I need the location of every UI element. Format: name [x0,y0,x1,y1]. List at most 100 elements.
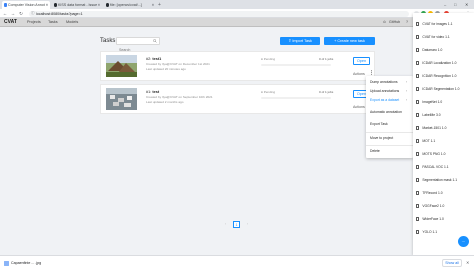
browser-tab-cvat[interactable]: Computer Vision Annot ✕ [2,1,50,9]
download-icon [416,126,420,130]
format-icdar-localization[interactable]: ICDAR Localization 1.0 [416,60,456,66]
actions-menu: Dump annotations › Upload annotations › Ex… [366,76,413,158]
back-arrow-icon[interactable]: ← [2,11,8,17]
import-task-button[interactable]: ⇪ Import Task [280,37,320,45]
task-updated: Last updated 20 minutes ago [146,66,186,71]
task-card: #2: test1 Created by Ilya@CVAT on Decemb… [100,51,375,81]
search-box[interactable] [116,36,160,53]
browser-window: Computer Vision Annot ✕ KISS data format… [0,0,474,269]
browser-tab-file[interactable]: file: [opencv/cvat/...] ✕ [104,1,156,9]
menu-item-export-dataset[interactable]: Export as a dataset › [370,98,407,102]
menu-item-dump-annotations[interactable]: Dump annotations › [370,80,407,84]
reload-icon[interactable]: ↻ [18,11,24,17]
chevron-right-icon: › [406,98,408,102]
actions-label[interactable]: Actions [353,105,365,109]
actions-label[interactable]: Actions [353,72,365,76]
download-icon [416,74,420,78]
info-icon[interactable]: ⓘ [31,11,35,15]
download-icon [416,217,420,221]
new-tab-button[interactable]: + [158,1,161,9]
show-all-button[interactable]: Show all [442,259,462,267]
download-icon [416,22,420,26]
address-bar[interactable]: ⓘ localhost:8080/tasks?page=1 [29,10,409,17]
nav-models[interactable]: Models [66,18,78,27]
download-icon [416,100,420,104]
format-icdar-segmentation[interactable]: ICDAR Segmentation 1.0 [416,86,459,92]
create-task-button[interactable]: + Create new task [324,37,375,45]
format-imagenet[interactable]: ImageNet 1.0 [416,99,442,105]
task-thumbnail[interactable] [106,55,137,77]
close-shelf-icon[interactable]: ✕ [466,259,469,267]
chevron-right-icon: › [406,80,408,84]
task-name[interactable]: #2: test1 [146,57,161,61]
chevron-right-icon: › [406,89,408,93]
downloaded-file[interactable]: Capaenfinte ... .jpg [4,259,41,267]
pagination-prev[interactable]: ‹ [222,221,229,228]
pagination-next[interactable]: › [244,221,251,228]
tab-label: KISS data format - Issue [58,3,98,7]
nav-projects[interactable]: Projects [27,18,41,27]
task-jobs: 0 of 1 jobs [319,57,334,61]
close-window-button[interactable]: ✕ [465,0,468,9]
help-icon[interactable]: ? [406,18,408,27]
nav-tasks[interactable]: Tasks [48,18,58,27]
menu-divider [366,145,413,146]
pagination-page-1[interactable]: 1 [233,221,240,228]
close-tab-icon[interactable]: ✕ [151,1,154,9]
task-created: Created by Ilya@CVAT on September 10th 2… [146,95,213,99]
format-datumaro[interactable]: Datumaro 1.0 [416,47,442,53]
menu-item-export-task[interactable]: Export Task [370,122,388,126]
format-cvat-video[interactable]: CVAT for video 1.1 [416,34,450,40]
page-title: Tasks [100,38,116,44]
search-icon[interactable] [153,38,157,43]
format-pascal-voc[interactable]: PASCAL VOC 1.1 [416,164,449,170]
task-progress-bar [261,64,331,66]
task-name[interactable]: #1: test [146,90,159,94]
browser-tab-issue[interactable]: KISS data format - Issue ✕ [52,1,102,9]
format-yolo[interactable]: YOLO 1.1 [416,229,437,235]
task-updated: Last updated 2 months ago [146,99,184,104]
download-icon [416,230,420,234]
format-cvat-images[interactable]: CVAT for images 1.1 [416,21,452,27]
github-favicon-icon [53,3,57,7]
menu-divider [366,132,413,133]
export-format-submenu: CVAT for images 1.1 CVAT for video 1.1 D… [413,13,474,255]
format-mots-png[interactable]: MOTS PNG 1.0 [416,151,445,157]
format-tfrecord[interactable]: TFRecord 1.0 [416,190,443,196]
task-thumbnail[interactable] [106,88,137,110]
menu-item-delete[interactable]: Delete [370,149,380,153]
format-segmentation-mask[interactable]: Segmentation mask 1.1 [416,177,457,183]
menu-item-upload-annotations[interactable]: Upload annotations › [370,89,407,93]
format-icdar-recognition[interactable]: ICDAR Recognition 1.0 [416,73,456,79]
close-tab-icon[interactable]: ✕ [45,1,48,9]
menu-item-automatic-annotation[interactable]: Automatic annotation [370,110,402,114]
download-icon [416,191,420,195]
format-mot[interactable]: MOT 1.1 [416,138,435,144]
maximize-button[interactable]: □ [454,0,456,9]
menu-item-move-to-project[interactable]: Move to project [370,136,393,140]
open-task-button[interactable]: Open [353,57,370,65]
more-vertical-icon[interactable]: ⋮ [369,70,374,76]
format-widerface[interactable]: WiderFace 1.0 [416,216,444,222]
minimize-button[interactable]: – [444,0,446,9]
task-status: ● Pending [261,57,276,61]
format-labelme[interactable]: LabelMe 3.0 [416,112,441,118]
browser-toolbar: ← → ↻ ⓘ localhost:8080/tasks?page=1 ⋮ [0,9,474,18]
cvat-logo[interactable]: CVAT [4,19,17,26]
image-file-icon [4,260,9,266]
task-progress-bar [261,97,331,99]
forward-arrow-icon[interactable]: → [10,11,16,17]
download-icon [416,178,420,182]
format-vggface2[interactable]: VGGFace2 1.0 [416,203,444,209]
format-market-1501[interactable]: Market-1501 1.0 [416,125,446,131]
download-icon [416,35,420,39]
close-tab-icon[interactable]: ✕ [97,1,100,9]
github-icon[interactable]: ⊙ [383,18,386,27]
download-icon [416,113,420,117]
task-status: ● Pending [261,90,276,94]
floating-menu-button[interactable]: ··· [458,236,469,247]
tab-label: Computer Vision Annot [8,3,45,7]
github-link[interactable]: GitHub [389,18,400,27]
download-icon [416,204,420,208]
app-header: CVAT Projects Tasks Models ⊙ GitHub ? Il… [0,18,474,27]
